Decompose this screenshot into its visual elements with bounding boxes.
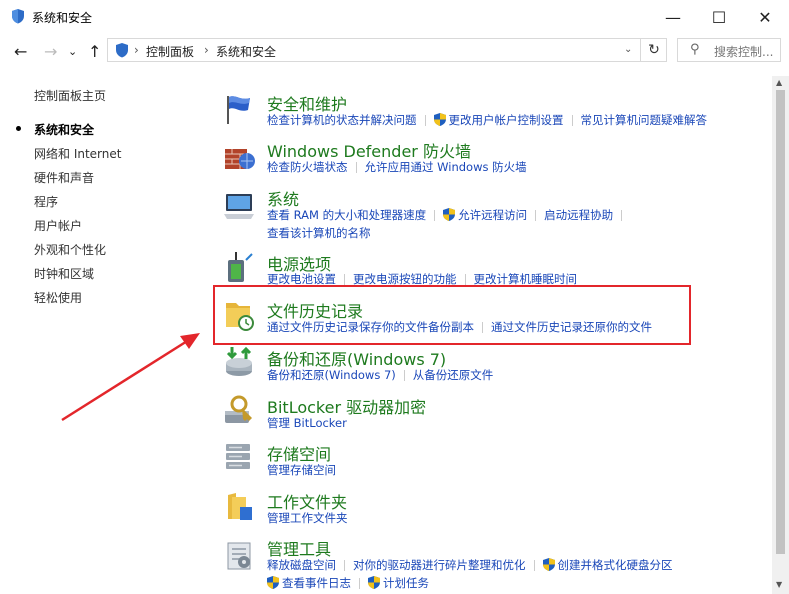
work-folders-icon[interactable] [222, 489, 256, 523]
link-row: 检查防火墙状态 允许应用通过 Windows 防火墙 [267, 159, 527, 175]
link-manage-bitlocker[interactable]: 管理 BitLocker [267, 416, 347, 430]
search-placeholder: 搜索控制... [714, 45, 774, 59]
link-power-button[interactable]: 更改电源按钮的功能 [353, 272, 457, 286]
search-box[interactable]: ⚲ 搜索控制... [677, 38, 781, 62]
sidebar-item-network[interactable]: 网络和 Internet [34, 145, 121, 162]
bitlocker-icon[interactable] [222, 393, 256, 427]
link-separator [434, 210, 436, 221]
sidebar-item-clock-region[interactable]: 时钟和区域 [34, 265, 94, 282]
link-battery-settings[interactable]: 更改电池设置 [267, 272, 336, 286]
breadcrumb-separator: › [204, 43, 209, 57]
link-separator [355, 162, 357, 173]
link-row: 查看事件日志 计划任务 [267, 575, 429, 591]
current-bullet [16, 126, 21, 131]
scroll-down-icon[interactable]: ▼ [776, 580, 782, 589]
flag-icon[interactable] [222, 92, 256, 126]
link-view-ram[interactable]: 查看 RAM 的大小和处理器速度 [267, 208, 426, 222]
admin-tools-icon[interactable] [222, 537, 256, 571]
link-sleep-time[interactable]: 更改计算机睡眠时间 [474, 272, 578, 286]
link-allow-app-firewall[interactable]: 允许应用通过 Windows 防火墙 [365, 160, 527, 174]
vertical-scrollbar[interactable]: ▲ ▼ [772, 76, 789, 594]
link-row: 管理存储空间 [267, 462, 336, 478]
link-row: 查看 RAM 的大小和处理器速度 允许远程访问 启动远程协助 [267, 207, 630, 223]
link-check-status[interactable]: 检查计算机的状态并解决问题 [267, 113, 417, 127]
link-computer-name[interactable]: 查看该计算机的名称 [267, 226, 371, 240]
forward-arrow-icon[interactable]: → [44, 42, 57, 61]
minimize-button[interactable]: — [650, 0, 696, 34]
link-free-disk-space[interactable]: 释放磁盘空间 [267, 558, 336, 572]
sidebar-item-appearance[interactable]: 外观和个性化 [34, 241, 106, 258]
control-panel-icon [116, 43, 128, 58]
uac-shield-icon [543, 558, 555, 571]
address-dropdown-icon[interactable]: ⌄ [624, 44, 632, 55]
link-row: 释放磁盘空间 对你的驱动器进行碎片整理和优化 创建并格式化硬盘分区 [267, 557, 673, 573]
link-separator [424, 115, 426, 126]
storage-icon[interactable] [222, 440, 256, 474]
breadcrumb-separator: › [134, 43, 139, 57]
breadcrumb-control-panel[interactable]: 控制面板 [146, 43, 194, 60]
highlight-box [213, 285, 691, 345]
link-remote-assistance[interactable]: 启动远程协助 [544, 208, 613, 222]
link-separator [359, 578, 360, 589]
link-row: 查看该计算机的名称 [267, 225, 371, 241]
sidebar-item-system-security[interactable]: 系统和安全 [34, 121, 94, 138]
link-scheduled-tasks[interactable]: 计划任务 [383, 576, 429, 590]
uac-shield-icon [443, 208, 455, 221]
scroll-up-icon[interactable]: ▲ [776, 78, 782, 87]
address-bar[interactable]: › 控制面板 › 系统和安全 ⌄ [107, 38, 667, 62]
title-bar: 系统和安全 — ☐ ✕ [0, 0, 789, 34]
link-manage-storage[interactable]: 管理存储空间 [267, 463, 336, 477]
link-manage-work-folders[interactable]: 管理工作文件夹 [267, 511, 348, 525]
link-defragment[interactable]: 对你的驱动器进行碎片整理和优化 [353, 558, 526, 572]
link-troubleshoot[interactable]: 常见计算机问题疑难解答 [581, 113, 708, 127]
link-separator [571, 115, 573, 126]
sidebar-item-ease-of-access[interactable]: 轻松使用 [34, 289, 82, 306]
link-check-firewall[interactable]: 检查防火墙状态 [267, 160, 348, 174]
recent-dropdown-icon[interactable]: ⌄ [68, 45, 77, 58]
uac-shield-icon [434, 113, 446, 126]
control-panel-shield-icon [12, 9, 24, 24]
link-create-partitions[interactable]: 创建并格式化硬盘分区 [558, 558, 673, 572]
search-icon: ⚲ [690, 42, 700, 57]
window-title: 系统和安全 [32, 11, 93, 25]
power-icon[interactable] [222, 250, 256, 284]
link-backup-restore[interactable]: 备份和还原(Windows 7) [267, 368, 396, 382]
close-button[interactable]: ✕ [742, 0, 788, 34]
link-separator [344, 560, 345, 571]
link-row: 管理 BitLocker [267, 415, 347, 431]
firewall-icon[interactable] [222, 139, 256, 173]
uac-shield-icon [267, 576, 279, 589]
link-separator [344, 274, 345, 285]
link-event-logs[interactable]: 查看事件日志 [282, 576, 351, 590]
sidebar-item-hardware[interactable]: 硬件和声音 [34, 169, 94, 186]
link-row: 检查计算机的状态并解决问题 更改用户帐户控制设置 常见计算机问题疑难解答 [267, 112, 707, 128]
sidebar-item-home[interactable]: 控制面板主页 [34, 87, 106, 104]
up-arrow-icon[interactable]: ↑ [88, 42, 101, 61]
link-separator [464, 274, 466, 285]
link-separator [533, 560, 535, 571]
refresh-button[interactable]: ↻ [640, 38, 667, 62]
breadcrumb-system-security[interactable]: 系统和安全 [216, 43, 276, 60]
back-arrow-icon[interactable]: ← [14, 42, 27, 61]
link-restore-from-backup[interactable]: 从备份还原文件 [413, 368, 494, 382]
link-separator [535, 210, 537, 221]
link-allow-remote-access[interactable]: 允许远程访问 [458, 208, 527, 222]
link-separator [403, 370, 405, 381]
uac-shield-icon [368, 576, 380, 589]
link-row: 管理工作文件夹 [267, 510, 348, 526]
backup-icon[interactable] [222, 345, 256, 379]
scroll-thumb[interactable] [776, 90, 785, 554]
sidebar-item-user-accounts[interactable]: 用户帐户 [34, 217, 82, 234]
link-row: 备份和还原(Windows 7) 从备份还原文件 [267, 367, 493, 383]
sidebar-item-programs[interactable]: 程序 [34, 193, 58, 210]
system-icon[interactable] [222, 188, 256, 222]
maximize-button[interactable]: ☐ [696, 0, 742, 34]
link-change-uac[interactable]: 更改用户帐户控制设置 [449, 113, 564, 127]
link-separator [621, 210, 623, 221]
